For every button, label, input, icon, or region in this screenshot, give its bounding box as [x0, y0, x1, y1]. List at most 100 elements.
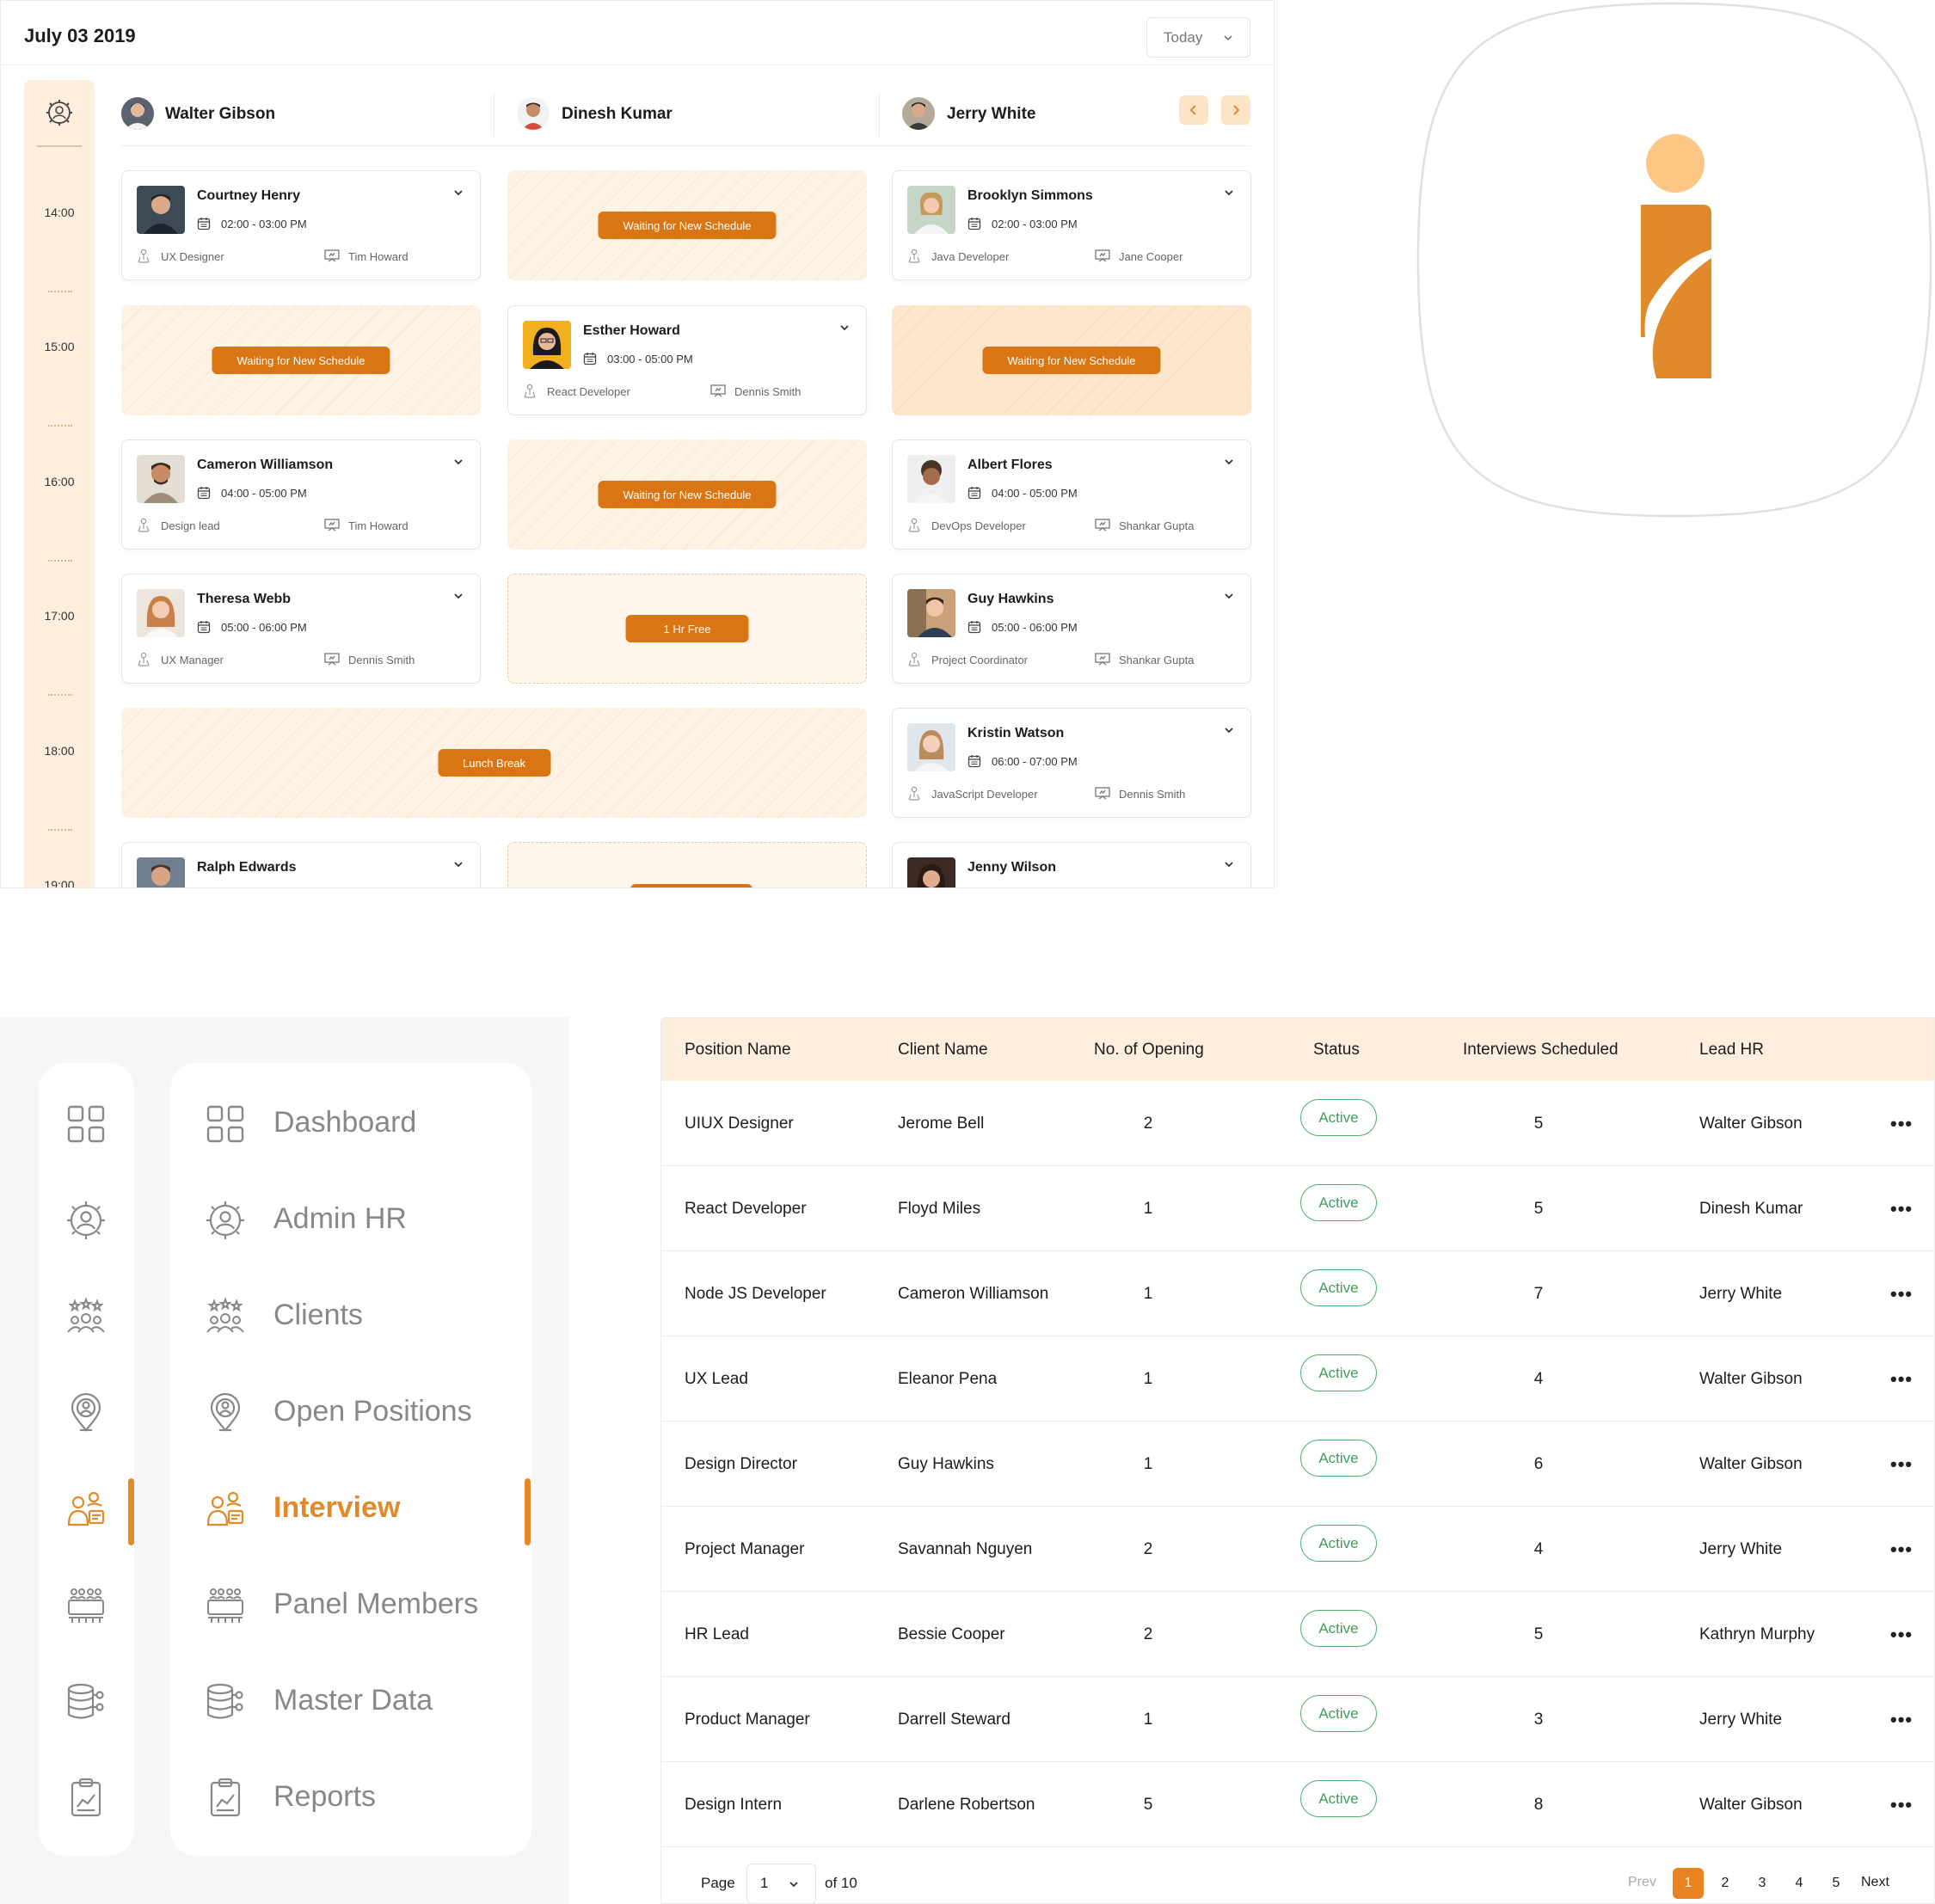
- schedule-panel: July 03 2019 Today 14:00 15:00 16:00 17:…: [0, 0, 1275, 888]
- sidebar-item-reports[interactable]: Reports: [273, 1780, 376, 1814]
- cell-position: HR Lead: [685, 1625, 749, 1643]
- time-label: 18:00: [44, 744, 75, 758]
- column-header-client[interactable]: Client Name: [898, 1018, 988, 1081]
- calendar-icon: [583, 353, 597, 365]
- column-divider: [879, 92, 880, 137]
- next-page-button[interactable]: Next: [1861, 1875, 1889, 1890]
- interview-people-icon[interactable]: [65, 1489, 107, 1534]
- page-button[interactable]: 1: [1673, 1868, 1704, 1899]
- page-button[interactable]: 3: [1747, 1868, 1778, 1899]
- table-row[interactable]: HR Lead Bessie Cooper 2 5 Kathryn Murphy Acti…: [661, 1592, 1934, 1677]
- free-badge[interactable]: 1 Hr Free: [625, 615, 749, 642]
- column-header-status[interactable]: Status: [1313, 1018, 1360, 1081]
- column-header-openings[interactable]: No. of Opening: [1094, 1018, 1204, 1081]
- interview-time: 06:00 - 07:00 PM: [992, 755, 1078, 768]
- avatar: [517, 97, 550, 130]
- row-more-icon[interactable]: •••: [1890, 1507, 1913, 1592]
- row-more-icon[interactable]: •••: [1890, 1762, 1913, 1847]
- candidate-role: Java Developer: [931, 250, 1010, 263]
- chevron-down-icon[interactable]: [452, 858, 464, 870]
- avatar: [121, 97, 154, 130]
- cell-lead-hr: Dinesh Kumar: [1699, 1199, 1803, 1218]
- interview-card[interactable]: Albert Flores 04:00 - 05:00 PM DevOps De…: [892, 439, 1251, 550]
- table-row[interactable]: Node JS Developer Cameron Williamson 1 7 Jer…: [661, 1251, 1934, 1336]
- chevron-down-icon[interactable]: [452, 590, 464, 602]
- sidebar-item-dashboard[interactable]: Dashboard: [273, 1106, 416, 1139]
- view-select[interactable]: Today: [1146, 17, 1250, 58]
- interview-card[interactable]: Kristin Watson 06:00 - 07:00 PM JavaScri…: [892, 708, 1251, 818]
- candidate-role: React Developer: [547, 385, 630, 398]
- status-badge: Active: [1300, 1184, 1377, 1221]
- waiting-badge[interactable]: Waiting for New Schedule: [982, 347, 1161, 374]
- clients-group-icon[interactable]: [65, 1296, 107, 1342]
- sidebar-item-panel-members[interactable]: Panel Members: [273, 1588, 478, 1621]
- waiting-badge[interactable]: Waiting for New Schedule: [212, 347, 390, 374]
- column-header-position[interactable]: Position Name: [685, 1018, 791, 1081]
- interview-card[interactable]: Jenny Wilson: [892, 842, 1251, 888]
- chevron-down-icon[interactable]: [1223, 590, 1235, 602]
- page-button[interactable]: 2: [1710, 1868, 1741, 1899]
- prev-page-button[interactable]: Prev: [1628, 1875, 1656, 1890]
- sidebar-item-clients[interactable]: Clients: [273, 1299, 363, 1332]
- previous-button[interactable]: [1179, 95, 1208, 125]
- column-header-scheduled[interactable]: Interviews Scheduled: [1463, 1018, 1619, 1081]
- table-row[interactable]: Design Intern Darlene Robertson 5 8 Walter G…: [661, 1762, 1934, 1847]
- chevron-down-icon[interactable]: [1223, 724, 1235, 736]
- row-more-icon[interactable]: •••: [1890, 1422, 1913, 1507]
- row-more-icon[interactable]: •••: [1890, 1592, 1913, 1677]
- sidebar-item-admin-hr[interactable]: Admin HR: [273, 1202, 407, 1236]
- lunch-badge[interactable]: Lunch Break: [438, 749, 550, 777]
- chevron-down-icon[interactable]: [1223, 456, 1235, 468]
- page-button[interactable]: 5: [1821, 1868, 1852, 1899]
- slot-badge[interactable]: [630, 884, 752, 888]
- page-select[interactable]: [746, 1864, 816, 1903]
- row-more-icon[interactable]: •••: [1890, 1677, 1913, 1762]
- chevron-down-icon[interactable]: [1223, 858, 1235, 870]
- interview-card[interactable]: Cameron Williamson 04:00 - 05:00 PM Desi…: [121, 439, 481, 550]
- row-more-icon[interactable]: •••: [1890, 1081, 1913, 1166]
- column-header-lead-hr[interactable]: Lead HR: [1699, 1018, 1764, 1081]
- dashboard-grid-icon[interactable]: [65, 1103, 107, 1149]
- sidebar-item-open-positions[interactable]: Open Positions: [273, 1395, 472, 1428]
- table-row[interactable]: UX Lead Eleanor Pena 1 4 Walter Gibson Active…: [661, 1336, 1934, 1422]
- table-row[interactable]: React Developer Floyd Miles 1 5 Dinesh Kumar…: [661, 1166, 1934, 1251]
- time-label: 15:00: [44, 340, 75, 353]
- interview-card[interactable]: Courtney Henry 02:00 - 03:00 PM UX Desig…: [121, 170, 481, 280]
- cell-scheduled: 4: [1533, 1369, 1544, 1388]
- admin-gear-icon[interactable]: [65, 1200, 107, 1245]
- chevron-down-icon[interactable]: [452, 187, 464, 199]
- table-row[interactable]: UIUX Designer Jerome Bell 2 5 Walter Gibson A…: [661, 1081, 1934, 1166]
- page-button[interactable]: 4: [1784, 1868, 1815, 1899]
- page-label: Page: [701, 1875, 735, 1891]
- waiting-badge[interactable]: Waiting for New Schedule: [598, 481, 777, 508]
- report-clipboard-icon[interactable]: [65, 1778, 107, 1823]
- settings-gear-icon[interactable]: [24, 90, 95, 135]
- interview-card[interactable]: Theresa Webb 05:00 - 06:00 PM UX Manager…: [121, 574, 481, 684]
- cell-lead-hr: Jerry White: [1699, 1539, 1783, 1558]
- row-more-icon[interactable]: •••: [1890, 1251, 1913, 1336]
- chevron-down-icon[interactable]: [452, 456, 464, 468]
- next-button[interactable]: [1221, 95, 1250, 125]
- location-pin-icon[interactable]: [65, 1392, 107, 1438]
- interviewer: Dennis Smith: [348, 654, 415, 666]
- interview-card[interactable]: Brooklyn Simmons 02:00 - 03:00 PM Java D…: [892, 170, 1251, 280]
- sidebar-item-master-data[interactable]: Master Data: [273, 1684, 433, 1717]
- row-more-icon[interactable]: •••: [1890, 1166, 1913, 1251]
- chevron-down-icon[interactable]: [838, 322, 851, 334]
- table-row[interactable]: Design Director Guy Hawkins 1 6 Walter Gibso…: [661, 1422, 1934, 1507]
- table-row[interactable]: Product Manager Darrell Steward 1 3 Jerry Wh…: [661, 1677, 1934, 1762]
- row-more-icon[interactable]: •••: [1890, 1336, 1913, 1422]
- table-row[interactable]: Project Manager Savannah Nguyen 2 4 Jerry Wh…: [661, 1507, 1934, 1592]
- interview-card[interactable]: Guy Hawkins 05:00 - 06:00 PM Project Coo…: [892, 574, 1251, 684]
- cell-client: Savannah Nguyen: [898, 1539, 1033, 1558]
- panel-table-icon[interactable]: [65, 1585, 107, 1631]
- candidate-name: Theresa Webb: [197, 592, 292, 606]
- waiting-badge[interactable]: Waiting for New Schedule: [598, 212, 777, 239]
- interview-card[interactable]: Ralph Edwards: [121, 842, 481, 888]
- cell-openings: 1: [1143, 1284, 1153, 1303]
- calendar-icon: [197, 487, 211, 500]
- database-icon[interactable]: [65, 1681, 107, 1727]
- interview-card[interactable]: Esther Howard 03:00 - 05:00 PM React Dev…: [507, 305, 867, 415]
- sidebar-item-interview[interactable]: Interview: [273, 1491, 400, 1525]
- chevron-down-icon[interactable]: [1223, 187, 1235, 199]
